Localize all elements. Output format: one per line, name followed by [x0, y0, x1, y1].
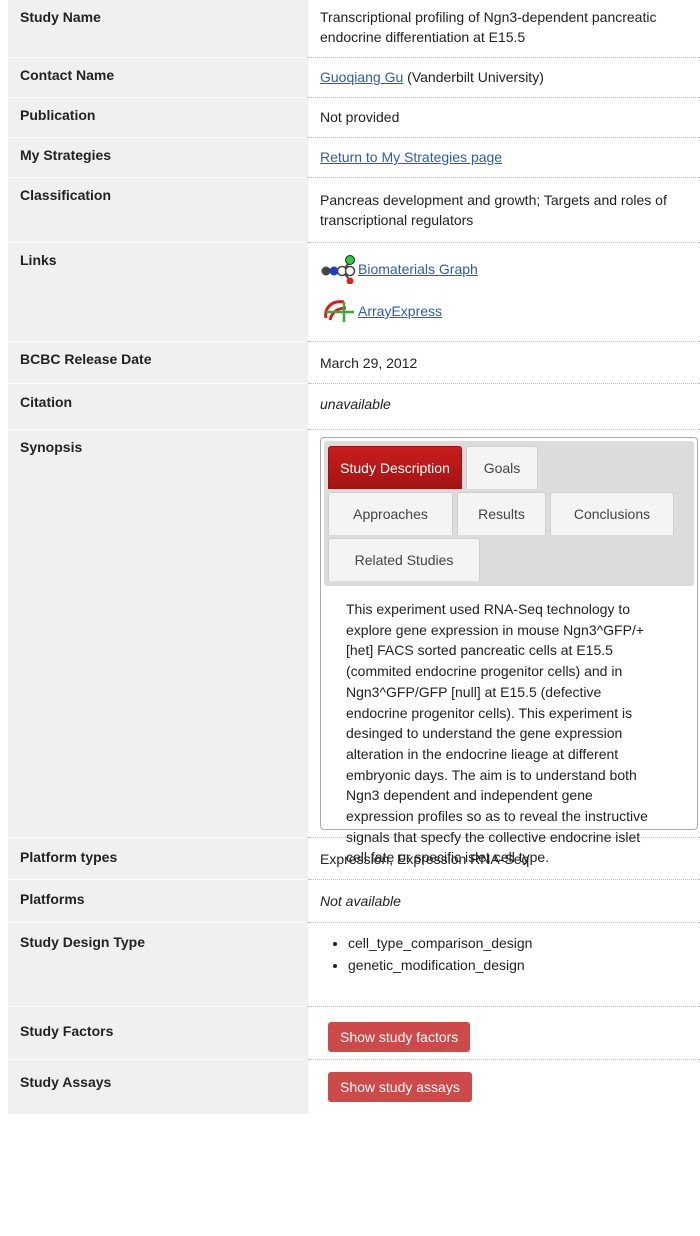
tab-results[interactable]: Results: [457, 492, 546, 535]
synopsis-tab-bar: Study Description Goals Approaches Resul…: [324, 441, 694, 586]
strategies-value: Return to My Strategies page: [308, 138, 700, 178]
row-contact: Contact Name Guoqiang Gu (Vanderbilt Uni…: [8, 58, 700, 98]
tab-approaches[interactable]: Approaches: [328, 492, 453, 535]
platforms-value: Not available: [308, 880, 700, 923]
study-factors-value: Show study factors: [308, 1007, 700, 1060]
design-type-list: cell_type_comparison_design genetic_modi…: [320, 932, 688, 976]
label-publication: Publication: [8, 98, 308, 138]
label-study-name: Study Name: [8, 0, 308, 58]
release-date-value: March 29, 2012: [308, 342, 700, 384]
classification-value: Pancreas development and growth; Targets…: [308, 178, 700, 243]
design-type-value: cell_type_comparison_design genetic_modi…: [308, 923, 700, 1007]
row-publication: Publication Not provided: [8, 98, 700, 138]
arrayexpress-icon: [320, 296, 358, 326]
label-study-assays: Study Assays: [8, 1060, 308, 1114]
tab-study-description[interactable]: Study Description: [328, 446, 462, 489]
list-item: cell_type_comparison_design: [348, 932, 688, 954]
study-name-value: Transcriptional profiling of Ngn3-depend…: [308, 0, 700, 58]
biomaterials-graph-icon: [320, 254, 358, 285]
label-citation: Citation: [8, 384, 308, 430]
row-strategies: My Strategies Return to My Strategies pa…: [8, 138, 700, 178]
links-value: Biomaterials Graph ArrayExpress: [308, 243, 700, 342]
return-to-strategies-link[interactable]: Return to My Strategies page: [320, 149, 502, 165]
show-study-assays-button[interactable]: Show study assays: [328, 1072, 472, 1102]
row-platforms: Platforms Not available: [8, 880, 700, 923]
row-citation: Citation unavailable: [8, 384, 700, 430]
row-links: Links Biomaterials Graph ArrayExpress: [8, 243, 700, 342]
contact-affiliation: (Vanderbilt University): [403, 69, 544, 85]
row-classification: Classification Pancreas development and …: [8, 178, 700, 243]
show-study-factors-button[interactable]: Show study factors: [328, 1022, 471, 1052]
label-study-factors: Study Factors: [8, 1007, 308, 1060]
label-release-date: BCBC Release Date: [8, 342, 308, 384]
label-platform-types: Platform types: [8, 838, 308, 880]
tab-conclusions[interactable]: Conclusions: [550, 492, 674, 535]
tab-goals[interactable]: Goals: [466, 446, 538, 489]
label-strategies: My Strategies: [8, 138, 308, 178]
list-item: genetic_modification_design: [348, 954, 688, 976]
arrayexpress-line: ArrayExpress: [320, 295, 688, 327]
study-assays-value: Show study assays: [308, 1060, 700, 1114]
contact-value: Guoqiang Gu (Vanderbilt University): [308, 58, 700, 98]
row-study-factors: Study Factors Show study factors: [8, 1007, 700, 1060]
citation-value: unavailable: [308, 384, 700, 430]
biomaterials-line: Biomaterials Graph: [320, 253, 688, 285]
label-links: Links: [8, 243, 308, 342]
publication-value: Not provided: [308, 98, 700, 138]
label-synopsis: Synopsis: [8, 430, 308, 838]
row-study-assays: Study Assays Show study assays: [8, 1060, 700, 1114]
row-design-type: Study Design Type cell_type_comparison_d…: [8, 923, 700, 1007]
contact-link[interactable]: Guoqiang Gu: [320, 69, 403, 85]
arrayexpress-link[interactable]: ArrayExpress: [358, 301, 442, 321]
row-study-name: Study Name Transcriptional profiling of …: [8, 0, 700, 58]
tab-related-studies[interactable]: Related Studies: [328, 538, 480, 581]
label-classification: Classification: [8, 178, 308, 243]
synopsis-description: This experiment used RNA-Seq technology …: [346, 601, 648, 866]
label-contact: Contact Name: [8, 58, 308, 98]
label-design-type: Study Design Type: [8, 923, 308, 1007]
label-platforms: Platforms: [8, 880, 308, 923]
row-release-date: BCBC Release Date March 29, 2012: [8, 342, 700, 384]
biomaterials-graph-link[interactable]: Biomaterials Graph: [358, 259, 478, 279]
